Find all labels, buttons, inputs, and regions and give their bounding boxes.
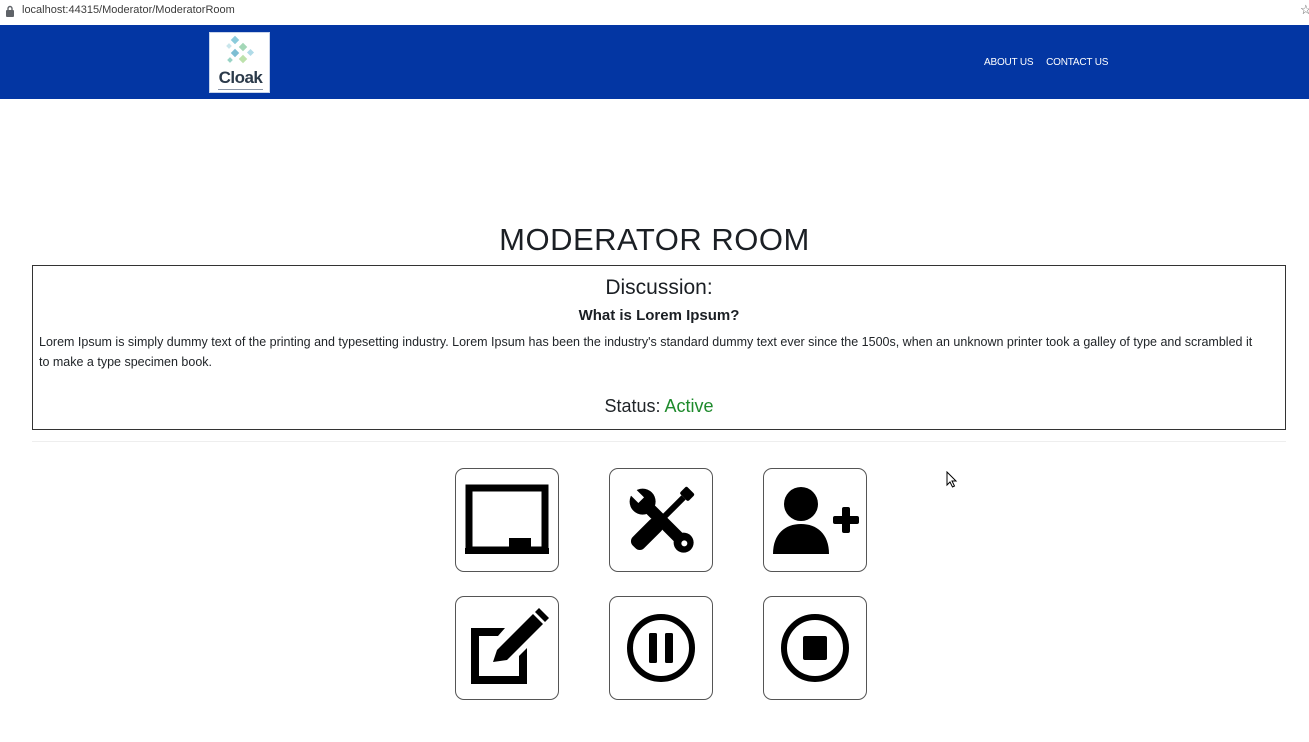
discussion-heading: Discussion:: [605, 276, 713, 299]
discussion-panel: Discussion: What is Lorem Ipsum? Lorem I…: [32, 265, 1286, 430]
lock-icon: [6, 5, 14, 17]
status-label: Status:: [604, 396, 661, 416]
status-value: Active: [664, 396, 714, 416]
nav-links: ABOUT US CONTACT US: [984, 57, 1118, 68]
stop-discussion-button[interactable]: [763, 596, 867, 700]
edit-icon: [471, 608, 549, 684]
page-title: MODERATOR ROOM: [499, 222, 810, 257]
nav-link-about-us[interactable]: ABOUT US: [984, 57, 1034, 68]
pause-circle-icon: [627, 614, 695, 682]
edit-button[interactable]: [455, 596, 559, 700]
bookmark-star-icon[interactable]: ☆: [1300, 2, 1309, 18]
present-board-button[interactable]: [455, 468, 559, 572]
discussion-status: Status: Active: [33, 396, 1285, 417]
pause-discussion-button[interactable]: [609, 596, 713, 700]
logo-tagline-line: [218, 89, 263, 90]
top-navbar: Cloak ABOUT US CONTACT US: [0, 25, 1309, 99]
address-bar[interactable]: localhost:44315/Moderator/ModeratorRoom …: [0, 0, 1309, 25]
settings-tools-button[interactable]: [609, 468, 713, 572]
chalkboard-icon: [465, 484, 549, 554]
add-user-button[interactable]: [763, 468, 867, 572]
mouse-cursor-icon: [946, 471, 958, 488]
user-plus-icon: [773, 487, 859, 554]
section-divider: [32, 441, 1286, 442]
tools-icon: [628, 486, 695, 553]
url-text[interactable]: localhost:44315/Moderator/ModeratorRoom: [22, 4, 235, 16]
nav-link-contact-us[interactable]: CONTACT US: [1046, 57, 1108, 68]
logo-text: Cloak: [218, 68, 263, 87]
stop-circle-icon: [781, 614, 849, 682]
discussion-question: What is Lorem Ipsum?: [578, 307, 740, 324]
discussion-body: Lorem Ipsum is simply dummy text of the …: [39, 335, 1253, 369]
brand-logo[interactable]: Cloak: [209, 32, 270, 93]
cloak-logo-mark-icon: [226, 35, 255, 64]
